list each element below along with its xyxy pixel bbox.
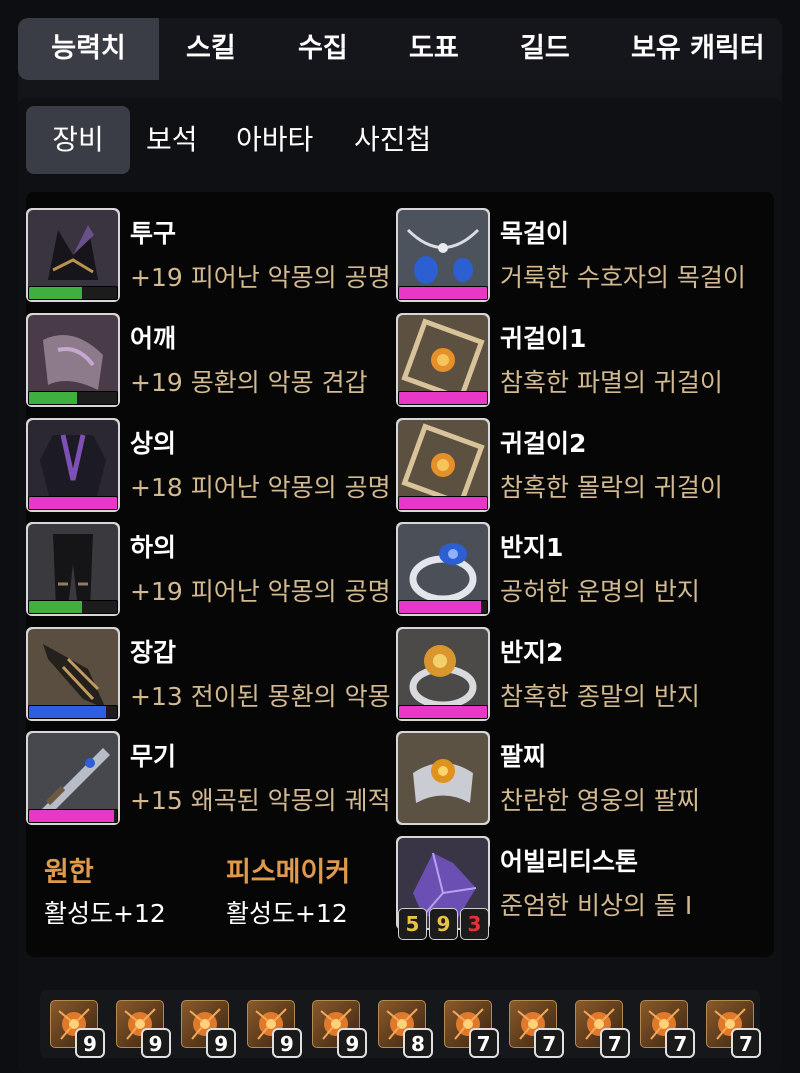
helmet-icon (26, 208, 120, 302)
quality-bar (398, 391, 488, 405)
slot-name: 팔찌 (500, 742, 547, 771)
item-description: +19 몽환의 악몽 견갑 (130, 368, 368, 397)
equip-slot-shoulder[interactable]: 어깨 +19 몽환의 악몽 견갑 (26, 313, 390, 409)
slot-name: 상의 (130, 429, 177, 458)
item-description: 참혹한 파멸의 귀걸이 (500, 368, 723, 397)
slot-name: 무기 (130, 742, 177, 771)
tab-stats[interactable]: 능력치 (18, 18, 159, 80)
chest-icon (26, 418, 120, 512)
gem-level-badge: 7 (599, 1028, 630, 1058)
tab-skills[interactable]: 스킬 (186, 18, 236, 80)
gem-level-badge: 7 (731, 1028, 761, 1058)
acc-slot-bracelet[interactable]: 팔찌 찬란한 영웅의 팔찌 (396, 731, 766, 827)
ring-icon (396, 627, 490, 721)
quality-bar (28, 391, 118, 405)
slot-name: 반지2 (500, 638, 564, 667)
engraving-name: 피스메이커 (226, 857, 351, 888)
item-description: 거룩한 수호자의 목걸이 (500, 263, 746, 292)
item-description: +18 피어난 악몽의 공명 (130, 473, 391, 502)
engraving-name: 원한 (44, 857, 94, 888)
gloves-icon (26, 627, 120, 721)
earring-icon (396, 418, 490, 512)
item-description: +19 피어난 악몽의 공명 (130, 577, 391, 606)
necklace-icon (396, 208, 490, 302)
acc-slot-ring-1[interactable]: 반지1 공허한 운명의 반지 (396, 522, 766, 618)
stone-penalty-badge: 3 (460, 908, 489, 940)
slot-name: 반지1 (500, 533, 564, 562)
subtab-gems[interactable]: 보석 (146, 106, 198, 174)
quality-bar (28, 705, 118, 719)
slot-name: 어빌리티스톤 (500, 847, 639, 876)
slot-name: 귀걸이2 (500, 429, 587, 458)
gem-level-badge: 7 (534, 1028, 565, 1058)
ring-icon (396, 522, 490, 616)
shoulder-icon (26, 313, 120, 407)
item-description: 참혹한 종말의 반지 (500, 682, 700, 711)
gem-level-badge: 9 (337, 1028, 368, 1058)
quality-bar (398, 600, 488, 614)
tab-characters[interactable]: 보유 캐릭터 (631, 18, 765, 80)
gem-level-badge: 9 (75, 1028, 105, 1058)
gem-level-badge: 7 (665, 1028, 696, 1058)
item-description: +15 왜곡된 악몽의 궤적 (130, 786, 391, 815)
subtab-album[interactable]: 사진첩 (354, 106, 431, 174)
gem-level-badge: 9 (206, 1028, 237, 1058)
item-description: 공허한 운명의 반지 (500, 577, 700, 606)
equip-slot-weapon[interactable]: 무기 +15 왜곡된 악몽의 궤적 (26, 731, 391, 827)
gem-level-badge: 9 (140, 1028, 171, 1058)
item-description: +13 전이된 몽환의 악몽 (130, 682, 391, 711)
quality-bar (28, 496, 118, 510)
acc-slot-ring-2[interactable]: 반지2 참혹한 종말의 반지 (396, 627, 766, 723)
acc-slot-earring-1[interactable]: 귀걸이1 참혹한 파멸의 귀걸이 (396, 313, 766, 409)
main-tab-bar: 능력치 스킬 수집 도표 길드 보유 캐릭터 (18, 18, 782, 80)
item-description: +19 피어난 악몽의 공명 (130, 263, 391, 292)
item-description: 참혹한 몰락의 귀걸이 (500, 473, 723, 502)
quality-bar (28, 286, 118, 300)
subtab-avatar[interactable]: 아바타 (236, 106, 313, 174)
quality-bar (28, 809, 118, 823)
gem-level-badge: 7 (468, 1028, 499, 1058)
slot-name: 투구 (130, 219, 177, 248)
equip-slot-chest[interactable]: 상의 +18 피어난 악몽의 공명 (26, 418, 391, 514)
earring-icon (396, 313, 490, 407)
item-description: 찬란한 영웅의 팔찌 (500, 786, 700, 815)
equip-slot-gloves[interactable]: 장갑 +13 전이된 몽환의 악몽 (26, 627, 391, 723)
engraving-value: 활성도+12 (226, 899, 348, 928)
stone-engraving-badge-1: 5 (398, 908, 427, 940)
acc-slot-earring-2[interactable]: 귀걸이2 참혹한 몰락의 귀걸이 (396, 418, 766, 514)
weapon-icon (26, 731, 120, 825)
subtab-equipment[interactable]: 장비 (26, 106, 130, 174)
tab-collection[interactable]: 수집 (298, 18, 348, 80)
quality-bar (398, 286, 488, 300)
quality-bar (398, 496, 488, 510)
acc-slot-necklace[interactable]: 목걸이 거룩한 수호자의 목걸이 (396, 208, 766, 304)
tab-chart[interactable]: 도표 (409, 18, 459, 80)
tab-guild[interactable]: 길드 (520, 18, 570, 80)
slot-name: 어깨 (130, 324, 177, 353)
equip-slot-helmet[interactable]: 투구 +19 피어난 악몽의 공명 (26, 208, 391, 304)
stone-engraving-badge-2: 9 (429, 908, 458, 940)
engraving-value: 활성도+12 (44, 899, 166, 928)
quality-bar (398, 705, 488, 719)
item-description: 준엄한 비상의 돌 I (500, 891, 693, 920)
slot-name: 하의 (130, 533, 177, 562)
pants-icon (26, 522, 120, 616)
slot-name: 목걸이 (500, 219, 570, 248)
slot-name: 귀걸이1 (500, 324, 587, 353)
gem-level-badge: 9 (271, 1028, 302, 1058)
bracelet-icon (396, 731, 490, 825)
gem-level-badge: 8 (403, 1028, 433, 1058)
equip-slot-pants[interactable]: 하의 +19 피어난 악몽의 공명 (26, 522, 391, 618)
quality-bar (28, 600, 118, 614)
slot-name: 장갑 (130, 638, 177, 667)
